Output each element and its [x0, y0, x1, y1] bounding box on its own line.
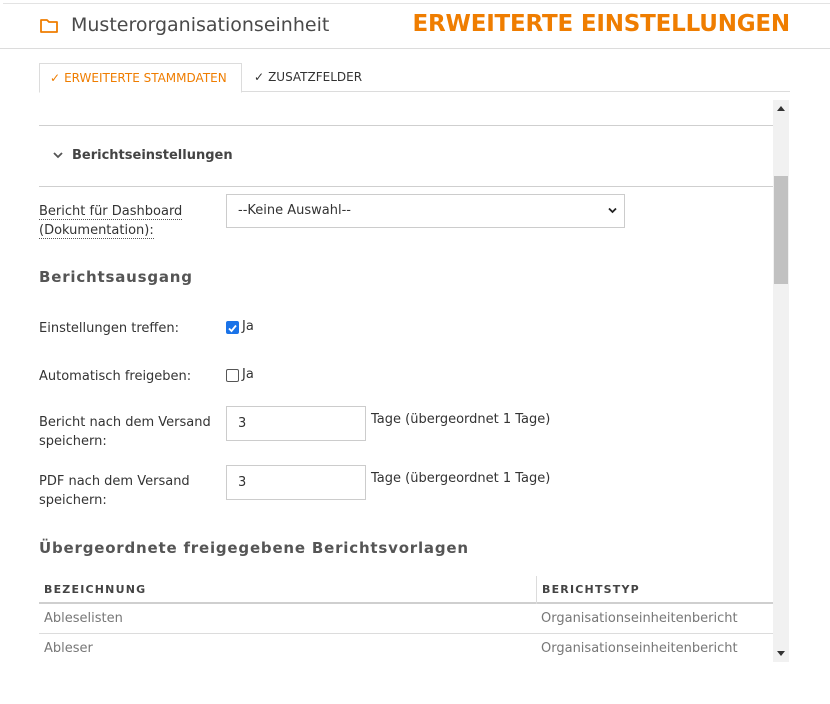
table-header-row: BEZEICHNUNG BERICHTSTYP	[39, 576, 773, 604]
chevron-down-icon	[53, 149, 63, 162]
column-header-bezeichnung[interactable]: BEZEICHNUNG	[44, 583, 146, 596]
chevron-down-icon	[608, 207, 617, 214]
vertical-scrollbar[interactable]	[773, 100, 789, 662]
section-label: Berichtseinstellungen	[72, 148, 233, 163]
folder-icon	[40, 19, 58, 33]
tab-label: ZUSATZFELDER	[268, 70, 363, 84]
tab-erweiterte-stammdaten[interactable]: ✓ ERWEITERTE STAMMDATEN	[39, 63, 242, 93]
settings-checkbox[interactable]	[226, 321, 239, 334]
dashboard-report-label: Bericht für Dashboard (Dokumentation):	[39, 202, 183, 240]
scrollbar-thumb[interactable]	[774, 176, 788, 284]
label-line: (Dokumentation):	[39, 223, 154, 239]
label-line: speichern:	[39, 434, 107, 449]
auto-release-checkbox[interactable]	[226, 369, 239, 382]
cell-name: Ableselisten	[44, 611, 123, 626]
org-unit-name: Musterorganisationseinheit	[71, 14, 330, 36]
report-keep-hint: Tage (übergeordnet 1 Tage)	[371, 412, 551, 427]
top-border	[3, 3, 830, 4]
pdf-keep-days-input[interactable]: 3	[226, 465, 366, 500]
scroll-down-arrow-icon[interactable]	[777, 651, 785, 656]
table-row[interactable]: Ableselisten Organisationseinheitenberic…	[39, 604, 773, 634]
report-keep-days-input[interactable]: 3	[226, 406, 366, 441]
column-header-berichtstyp[interactable]: BERICHTSTYP	[542, 583, 640, 596]
label-line: Bericht für Dashboard	[39, 204, 183, 220]
templates-heading: Übergeordnete freigegebene Berichtsvorla…	[39, 539, 469, 557]
cell-type: Organisationseinheitenbericht	[541, 611, 738, 626]
select-value: --Keine Auswahl--	[238, 203, 351, 218]
table-row[interactable]: Ableser Organisationseinheitenbericht	[39, 634, 773, 662]
check-icon	[228, 324, 237, 333]
label-line: Bericht nach dem Versand	[39, 415, 211, 430]
check-icon: ✓	[50, 71, 61, 85]
auto-release-checkbox-label: Ja	[242, 367, 254, 382]
page-header: Musterorganisationseinheit ERWEITERTE EI…	[38, 10, 790, 44]
settings-label: Einstellungen treffen:	[39, 321, 179, 336]
scroll-up-arrow-icon[interactable]	[777, 106, 785, 111]
report-output-heading: Berichtsausgang	[39, 268, 193, 286]
settings-checkbox-label: Ja	[242, 319, 254, 334]
tab-zusatzfelder[interactable]: ✓ ZUSATZFELDER	[244, 63, 372, 92]
templates-table: BEZEICHNUNG BERICHTSTYP Ableselisten Org…	[39, 576, 773, 662]
pdf-keep-hint: Tage (übergeordnet 1 Tage)	[371, 471, 551, 486]
header-divider	[0, 48, 830, 49]
page-title: ERWEITERTE EINSTELLUNGEN	[412, 11, 791, 37]
cell-name: Ableser	[44, 641, 93, 656]
section-divider	[39, 125, 773, 126]
tab-label: ERWEITERTE STAMMDATEN	[64, 71, 227, 85]
cell-type: Organisationseinheitenbericht	[541, 641, 738, 656]
pdf-keep-label: PDF nach dem Versand speichern:	[39, 472, 190, 510]
settings-scroll-area[interactable]: Berichtseinstellungen Bericht für Dashbo…	[39, 100, 789, 662]
section-divider	[39, 186, 773, 187]
report-settings-toggle[interactable]: Berichtseinstellungen	[53, 148, 233, 163]
auto-release-label: Automatisch freigeben:	[39, 369, 192, 384]
column-divider	[536, 576, 537, 604]
report-keep-label: Bericht nach dem Versand speichern:	[39, 413, 211, 451]
tab-bar: ✓ ERWEITERTE STAMMDATEN ✓ ZUSATZFELDER	[39, 63, 790, 93]
dashboard-report-select[interactable]: --Keine Auswahl--	[226, 194, 625, 228]
check-icon: ✓	[254, 70, 265, 84]
label-line: speichern:	[39, 493, 107, 508]
label-line: PDF nach dem Versand	[39, 474, 190, 489]
